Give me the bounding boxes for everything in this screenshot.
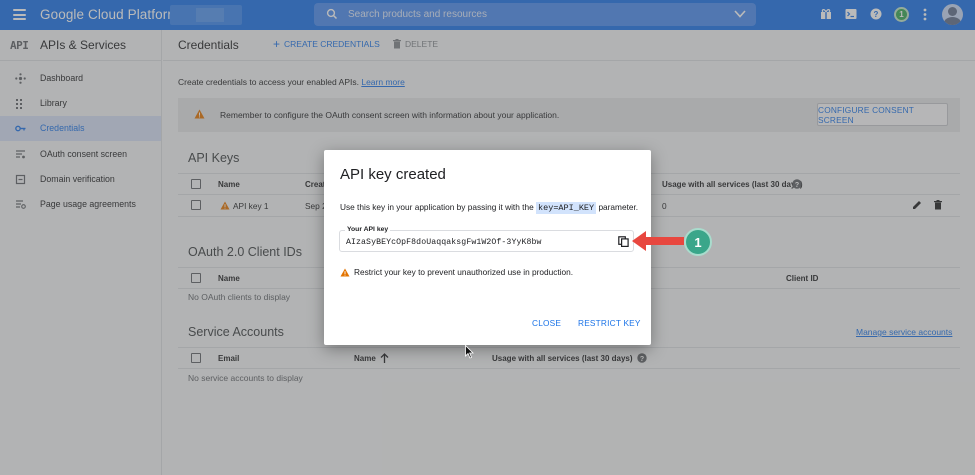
mouse-cursor-icon (465, 345, 474, 359)
dialog-description: Use this key in your application by pass… (340, 202, 639, 214)
restrict-warning-text: Restrict your key to prevent unauthorize… (354, 267, 574, 277)
dialog-desc-text: Use this key in your application by pass… (340, 202, 534, 212)
close-button[interactable]: CLOSE (532, 318, 561, 328)
dialog-title: API key created (340, 166, 446, 183)
api-key-created-dialog: API key created Use this key in your app… (324, 150, 651, 345)
restrict-key-button[interactable]: RESTRICT KEY (578, 318, 641, 328)
warning-icon (340, 267, 350, 277)
api-key-label: Your API key (345, 226, 391, 233)
dialog-desc-text-end: parameter. (598, 202, 639, 212)
restrict-warning: Restrict your key to prevent unauthorize… (340, 267, 573, 277)
api-key-field[interactable]: Your API key AIzaSyBEYcOpF8doUaqqaksgFw1… (339, 226, 634, 252)
step-badge: 1 (684, 228, 712, 256)
api-key-value[interactable]: AIzaSyBEYcOpF8doUaqqaksgFw1W2Of-3YyK8bw (346, 238, 542, 247)
annotation-arrow-icon (632, 231, 684, 251)
dialog-desc-code: key=API_KEY (536, 202, 597, 214)
copy-icon[interactable] (618, 236, 629, 247)
